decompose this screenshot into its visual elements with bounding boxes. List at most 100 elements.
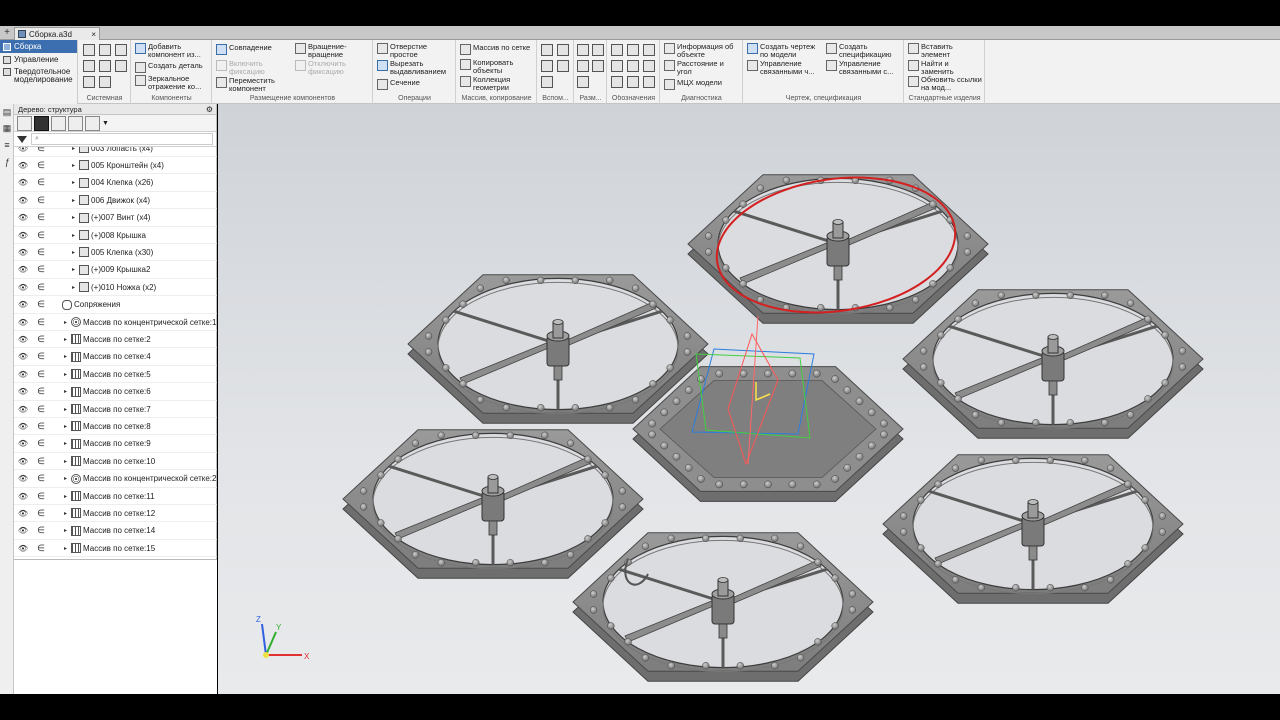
radial-dimension-icon[interactable] [577, 60, 589, 72]
expand-arrow-icon[interactable]: ▸ [62, 336, 69, 343]
tree-search-input[interactable]: ⌕ [31, 133, 213, 145]
leader-icon[interactable] [627, 44, 639, 56]
properties-icon[interactable] [83, 60, 95, 72]
find-replace-button[interactable]: Найти и заменить [908, 60, 961, 76]
include-icon[interactable]: ∈ [32, 247, 50, 258]
expand-arrow-icon[interactable]: ▸ [70, 266, 77, 273]
eye-icon[interactable]: 👁 [14, 283, 32, 292]
tree-row[interactable]: 👁 ∈ ▸ 004 Клепка (x26) [14, 175, 217, 192]
variables-icon[interactable]: ƒ [2, 157, 12, 167]
eye-icon[interactable]: 👁 [14, 318, 32, 327]
tree-row[interactable]: 👁 ∈ Сопряжения [14, 297, 217, 314]
gear-icon[interactable]: ⚙ [206, 104, 213, 115]
include-icon[interactable]: ∈ [32, 212, 50, 223]
update-links-button[interactable]: Обновить ссылки на мод... [908, 76, 985, 92]
section-button[interactable]: Сечение [377, 79, 420, 90]
open-icon[interactable] [99, 44, 111, 56]
simple-hole-button[interactable]: Отверстие простое [377, 43, 434, 59]
print-icon[interactable] [99, 60, 111, 72]
linear-dimension-icon[interactable] [577, 44, 589, 56]
menu-icon[interactable]: ≡ [2, 140, 12, 150]
eye-icon[interactable]: 👁 [14, 213, 32, 222]
expand-arrow-icon[interactable]: ▸ [62, 353, 69, 360]
eye-icon[interactable]: 👁 [14, 161, 32, 170]
mode-management[interactable]: Управление [0, 53, 77, 66]
include-icon[interactable]: ∈ [32, 264, 50, 275]
tree-row[interactable]: 👁 ∈ ▸ Массив по концентрической сетке:1 [14, 314, 217, 331]
create-drawing-button[interactable]: Создать чертеж по модели [747, 43, 820, 59]
eye-icon[interactable]: 👁 [14, 526, 32, 535]
close-tab-icon[interactable]: × [91, 30, 96, 39]
expand-arrow-icon[interactable]: ▸ [62, 388, 69, 395]
include-icon[interactable]: ∈ [32, 491, 50, 502]
weld-icon[interactable] [643, 60, 655, 72]
eye-icon[interactable]: 👁 [14, 265, 32, 274]
tree-panel-icon[interactable]: ▤ [2, 107, 12, 117]
redo-icon[interactable] [99, 76, 111, 88]
tolerance-icon[interactable] [611, 60, 623, 72]
include-icon[interactable]: ∈ [32, 177, 50, 188]
roughness-icon[interactable] [611, 44, 623, 56]
include-icon[interactable]: ∈ [32, 473, 50, 484]
tree-row[interactable]: 👁 ∈ ▸ 005 Кронштейн (x4) [14, 157, 217, 175]
tree-options-icon[interactable] [85, 115, 100, 131]
grid-view-icon[interactable] [68, 115, 83, 131]
chevron-down-icon[interactable]: ▼ [102, 120, 109, 127]
tree-row[interactable]: 👁 ∈ ▸ 006 Движок (x4) [14, 192, 217, 210]
expand-arrow-icon[interactable]: ▸ [62, 527, 69, 534]
add-component-button[interactable]: Добавить компонент из... [135, 43, 210, 59]
lcs-icon[interactable] [557, 60, 569, 72]
angular-dimension-icon[interactable] [592, 44, 604, 56]
tree-row[interactable]: 👁 ∈ ▸ Массив по сетке:11 [14, 488, 217, 505]
expand-arrow-icon[interactable]: ▸ [62, 423, 69, 430]
expand-arrow-icon[interactable]: ▸ [70, 214, 77, 221]
mode-assembly[interactable]: Сборка [0, 40, 77, 53]
undo-icon[interactable] [83, 76, 95, 88]
diameter-dimension-icon[interactable] [592, 60, 604, 72]
include-icon[interactable]: ∈ [32, 351, 50, 362]
eye-icon[interactable]: 👁 [14, 178, 32, 187]
settings-icon[interactable] [115, 60, 127, 72]
geometry-collection-button[interactable]: Коллекция геометрии [460, 76, 521, 92]
expand-arrow-icon[interactable]: ▸ [62, 319, 69, 326]
eye-icon[interactable]: 👁 [14, 492, 32, 501]
include-icon[interactable]: ∈ [32, 438, 50, 449]
eye-icon[interactable]: 👁 [14, 231, 32, 240]
tree-row[interactable]: 👁 ∈ ▸ (+)007 Винт (x4) [14, 210, 217, 227]
include-icon[interactable]: ∈ [32, 421, 50, 432]
create-specification-button[interactable]: Создать спецификацию [826, 43, 901, 59]
tree-row[interactable]: 👁 ∈ ▸ Массив по сетке:15 [14, 540, 217, 558]
mass-properties-button[interactable]: МЦХ модели [664, 79, 722, 90]
expand-arrow-icon[interactable]: ▸ [70, 232, 77, 239]
include-icon[interactable]: ∈ [32, 317, 50, 328]
grid-pattern-button[interactable]: Массив по сетке [460, 44, 530, 55]
position-icon[interactable] [611, 76, 623, 88]
include-icon[interactable]: ∈ [32, 282, 50, 293]
eye-icon[interactable]: 👁 [14, 300, 32, 309]
tree-row[interactable]: 👁 ∈ ▸ Массив по сетке:12 [14, 505, 217, 523]
plane-icon[interactable] [541, 44, 553, 56]
table-icon[interactable] [643, 76, 655, 88]
manage-specifications-button[interactable]: Управление связанными с... [826, 60, 901, 76]
expand-arrow-icon[interactable]: ▸ [62, 545, 69, 552]
expand-arrow-icon[interactable]: ▸ [62, 493, 69, 500]
drone-assembly[interactable] [342, 174, 1204, 682]
properties-panel-icon[interactable]: ▦ [2, 123, 12, 133]
include-icon[interactable]: ∈ [32, 369, 50, 380]
expand-arrow-icon[interactable]: ▸ [62, 371, 69, 378]
enable-fixation-button[interactable]: Включить фиксацию [216, 60, 273, 76]
manage-drawings-button[interactable]: Управление связанными ч... [747, 60, 820, 76]
coincidence-button[interactable]: Совпадение [216, 44, 272, 55]
expand-arrow-icon[interactable]: ▸ [62, 440, 69, 447]
expand-arrow-icon[interactable]: ▸ [62, 510, 69, 517]
auto-dimension-icon[interactable] [577, 76, 589, 88]
move-component-button[interactable]: Переместить компонент [216, 77, 281, 93]
new-tab-button[interactable]: + [2, 27, 12, 38]
save-icon[interactable] [115, 44, 127, 56]
curve-icon[interactable] [541, 76, 553, 88]
tree-row[interactable]: 👁 ∈ ▸ Массив по сетке:4 [14, 349, 217, 366]
expand-arrow-icon[interactable]: ▸ [62, 406, 69, 413]
eye-icon[interactable]: 👁 [14, 439, 32, 448]
insert-element-button[interactable]: Вставить элемент [908, 43, 961, 59]
eye-icon[interactable]: 👁 [14, 335, 32, 344]
